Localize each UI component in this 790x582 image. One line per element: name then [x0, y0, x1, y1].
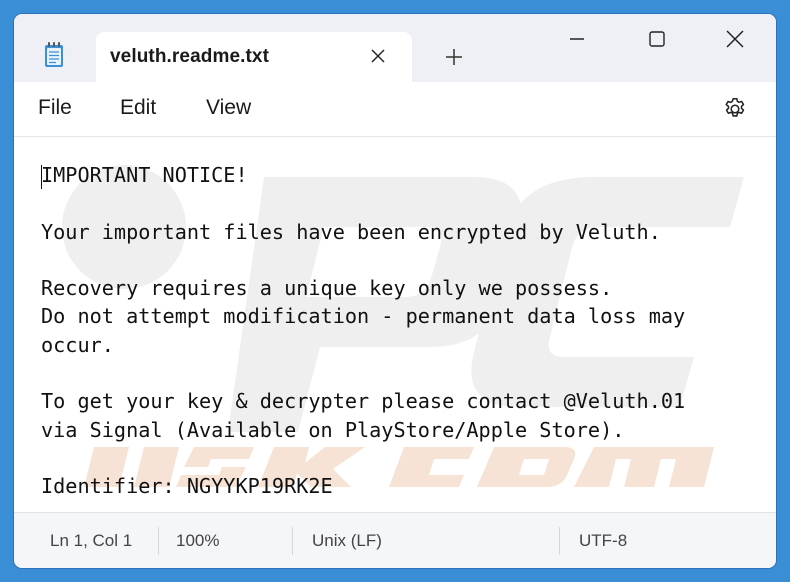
doc-line: Recovery requires a unique key only we p…: [41, 276, 613, 301]
doc-line: To get your key & decrypter please conta…: [41, 389, 686, 414]
maximize-button[interactable]: [630, 20, 684, 58]
menu-file[interactable]: File: [36, 96, 74, 120]
cursor-position[interactable]: Ln 1, Col 1: [50, 531, 132, 551]
new-tab-button[interactable]: [434, 40, 474, 74]
notepad-window: veluth.readme.txt File Edit View IMPORTA…: [14, 14, 776, 568]
gear-icon: [725, 97, 745, 117]
close-icon: [371, 49, 385, 63]
close-tab-button[interactable]: [358, 38, 398, 74]
doc-line: IMPORTANT NOTICE!: [41, 163, 248, 187]
encoding[interactable]: UTF-8: [579, 531, 627, 551]
minimize-button[interactable]: [550, 20, 604, 58]
maximize-icon: [649, 31, 665, 47]
close-icon: [726, 30, 744, 48]
doc-line: Identifier: NGYYKP19RK2E: [41, 474, 333, 499]
title-bar: veluth.readme.txt: [14, 14, 776, 82]
notepad-icon: [45, 42, 63, 67]
settings-button[interactable]: [720, 94, 750, 124]
status-divider: [158, 527, 159, 555]
close-window-button[interactable]: [708, 20, 762, 58]
status-divider: [292, 527, 293, 555]
plus-icon: [446, 49, 462, 65]
doc-line: Do not attempt modification - permanent …: [41, 304, 686, 329]
menu-edit[interactable]: Edit: [118, 96, 158, 120]
tab-title: veluth.readme.txt: [110, 46, 270, 67]
doc-line: occur.: [41, 332, 114, 357]
menu-bar: File Edit View: [14, 82, 776, 137]
line-ending[interactable]: Unix (LF): [312, 531, 382, 551]
document-text: IMPORTANT NOTICE! Your important files h…: [41, 161, 761, 501]
status-divider: [559, 527, 560, 555]
text-editor[interactable]: IMPORTANT NOTICE! Your important files h…: [14, 137, 776, 512]
tab-veluth-readme[interactable]: veluth.readme.txt: [96, 32, 412, 82]
zoom-level[interactable]: 100%: [176, 531, 219, 551]
minimize-icon: [570, 38, 584, 40]
menu-view[interactable]: View: [204, 96, 253, 120]
status-bar: Ln 1, Col 1 100% Unix (LF) UTF-8: [14, 512, 776, 568]
doc-line: via Signal (Available on PlayStore/Apple…: [41, 417, 625, 442]
doc-line: Your important files have been encrypted…: [41, 219, 661, 244]
